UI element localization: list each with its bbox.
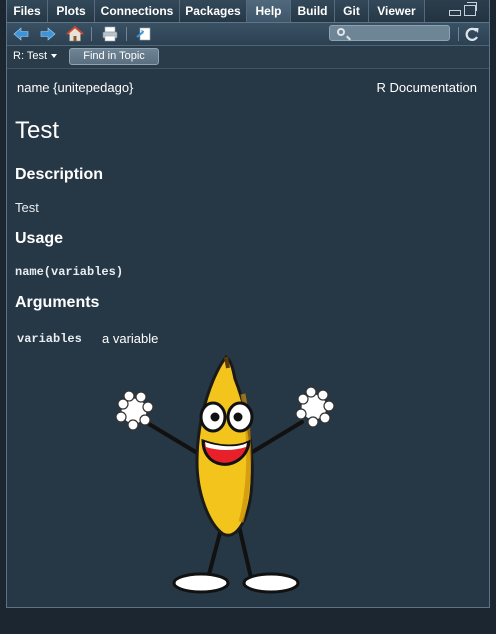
argument-description: a variable <box>102 331 159 346</box>
tab-help[interactable]: Help <box>247 0 291 22</box>
page-title: Test <box>15 117 60 144</box>
print-icon[interactable] <box>101 25 119 43</box>
tab-git[interactable]: Git <box>335 0 369 22</box>
pane-tab-bar: Files Plots Connections Packages Help Bu… <box>7 0 489 23</box>
tab-build[interactable]: Build <box>291 0 335 22</box>
argument-name: variables <box>17 332 82 346</box>
help-document: name {unitepedago} R Documentation Test … <box>7 69 489 607</box>
minimize-pane-icon[interactable] <box>449 10 461 16</box>
usage-heading: Usage <box>15 230 64 247</box>
back-arrow-icon[interactable] <box>13 25 29 43</box>
maximize-pane-icon[interactable] <box>464 2 477 16</box>
tab-packages[interactable]: Packages <box>180 0 247 22</box>
description-heading: Description <box>15 166 104 183</box>
tab-viewer[interactable]: Viewer <box>369 0 425 22</box>
tab-plots[interactable]: Plots <box>48 0 95 22</box>
usage-code: name(variables) <box>15 265 124 279</box>
find-in-topic-button[interactable]: Find in Topic <box>69 48 159 65</box>
topic-dropdown-label: R: Test <box>13 50 48 62</box>
dancing-banana-image <box>115 355 335 594</box>
toolbar-separator <box>458 27 459 41</box>
doc-header-source: R Documentation <box>376 80 477 95</box>
forward-arrow-icon[interactable] <box>40 25 56 43</box>
help-toolbar <box>7 23 489 46</box>
refresh-icon[interactable] <box>463 25 481 43</box>
chevron-down-icon <box>51 54 58 59</box>
tab-files[interactable]: Files <box>7 0 48 22</box>
doc-header-topic: name {unitepedago} <box>17 80 134 95</box>
description-text: Test <box>15 200 39 215</box>
tab-connections[interactable]: Connections <box>95 0 180 22</box>
home-icon[interactable] <box>66 25 84 43</box>
help-pane: Files Plots Connections Packages Help Bu… <box>6 0 490 608</box>
arguments-heading: Arguments <box>15 294 100 311</box>
search-icon <box>337 28 345 36</box>
help-search-input[interactable] <box>329 25 450 41</box>
topic-dropdown[interactable]: R: Test <box>13 50 58 62</box>
topic-bar: R: Test Find in Topic <box>7 46 489 69</box>
popout-icon[interactable] <box>135 25 153 43</box>
toolbar-separator <box>126 27 127 41</box>
toolbar-separator <box>91 27 92 41</box>
